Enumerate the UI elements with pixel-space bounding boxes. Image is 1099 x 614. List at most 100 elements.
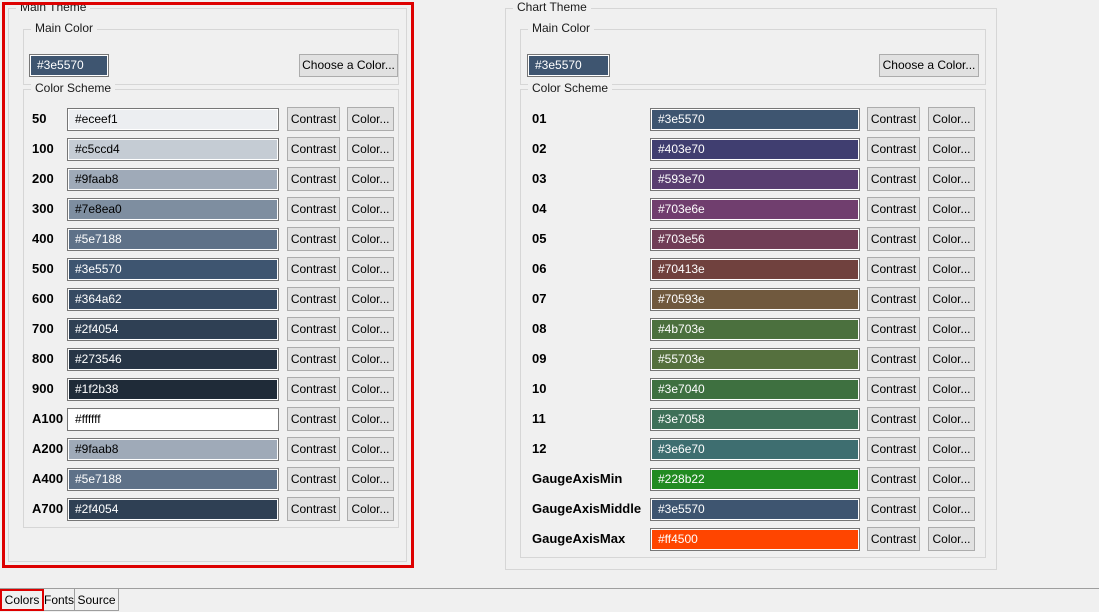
color-button[interactable]: Color... — [928, 377, 975, 401]
color-scheme-row: GaugeAxisMiddle #3e5570 Contrast Color..… — [521, 497, 985, 521]
color-scheme-row: A700 #2f4054 Contrast Color... — [24, 497, 398, 521]
scheme-color-field[interactable]: #273546 — [67, 348, 279, 371]
scheme-color-field[interactable]: #403e70 — [650, 138, 860, 161]
color-button[interactable]: Color... — [347, 497, 394, 521]
scheme-color-field[interactable]: #70413e — [650, 258, 860, 281]
color-button[interactable]: Color... — [347, 467, 394, 491]
contrast-button[interactable]: Contrast — [867, 287, 920, 311]
contrast-button[interactable]: Contrast — [287, 227, 340, 251]
color-button[interactable]: Color... — [928, 407, 975, 431]
scheme-color-field[interactable]: #364a62 — [67, 288, 279, 311]
scheme-color-field[interactable]: #3e7058 — [650, 408, 860, 431]
scheme-color-field[interactable]: #3e5570 — [650, 498, 860, 521]
contrast-button[interactable]: Contrast — [867, 197, 920, 221]
contrast-button[interactable]: Contrast — [867, 137, 920, 161]
color-button[interactable]: Color... — [347, 257, 394, 281]
color-button[interactable]: Color... — [347, 287, 394, 311]
color-button[interactable]: Color... — [347, 347, 394, 371]
scheme-color-field[interactable]: #2f4054 — [67, 498, 279, 521]
color-button[interactable]: Color... — [347, 137, 394, 161]
color-button[interactable]: Color... — [928, 527, 975, 551]
scheme-color-field[interactable]: #5e7188 — [67, 468, 279, 491]
color-button[interactable]: Color... — [928, 137, 975, 161]
scheme-color-field[interactable]: #ff4500 — [650, 528, 860, 551]
contrast-button[interactable]: Contrast — [867, 407, 920, 431]
contrast-button[interactable]: Contrast — [867, 227, 920, 251]
scheme-color-field[interactable]: #5e7188 — [67, 228, 279, 251]
contrast-button[interactable]: Contrast — [867, 497, 920, 521]
color-button[interactable]: Color... — [928, 497, 975, 521]
contrast-button[interactable]: Contrast — [287, 377, 340, 401]
contrast-button[interactable]: Contrast — [287, 437, 340, 461]
scheme-color-field[interactable]: #eceef1 — [67, 108, 279, 131]
color-button[interactable]: Color... — [347, 107, 394, 131]
contrast-button[interactable]: Contrast — [287, 497, 340, 521]
color-button[interactable]: Color... — [928, 167, 975, 191]
scheme-color-field[interactable]: #703e56 — [650, 228, 860, 251]
scheme-row-label: 50 — [32, 107, 68, 131]
scheme-color-field[interactable]: #703e6e — [650, 198, 860, 221]
scheme-color-field[interactable]: #7e8ea0 — [67, 198, 279, 221]
scheme-color-field[interactable]: #593e70 — [650, 168, 860, 191]
scheme-color-field[interactable]: #2f4054 — [67, 318, 279, 341]
contrast-button[interactable]: Contrast — [867, 257, 920, 281]
scheme-color-field[interactable]: #4b703e — [650, 318, 860, 341]
contrast-button[interactable]: Contrast — [867, 347, 920, 371]
choose-color-button[interactable]: Choose a Color... — [879, 54, 979, 77]
contrast-button[interactable]: Contrast — [287, 167, 340, 191]
contrast-button[interactable]: Contrast — [867, 527, 920, 551]
color-button[interactable]: Color... — [928, 197, 975, 221]
color-button[interactable]: Color... — [347, 407, 394, 431]
color-button[interactable]: Color... — [928, 317, 975, 341]
scheme-color-field[interactable]: #9faab8 — [67, 168, 279, 191]
contrast-button[interactable]: Contrast — [287, 257, 340, 281]
color-button[interactable]: Color... — [928, 107, 975, 131]
color-button[interactable]: Color... — [928, 227, 975, 251]
color-button[interactable]: Color... — [928, 467, 975, 491]
contrast-button[interactable]: Contrast — [867, 437, 920, 461]
contrast-button[interactable]: Contrast — [287, 467, 340, 491]
tab-source[interactable]: Source — [75, 589, 119, 611]
color-button[interactable]: Color... — [347, 437, 394, 461]
contrast-button[interactable]: Contrast — [287, 197, 340, 221]
scheme-color-field[interactable]: #c5ccd4 — [67, 138, 279, 161]
contrast-button[interactable]: Contrast — [287, 347, 340, 371]
color-button[interactable]: Color... — [347, 227, 394, 251]
contrast-button[interactable]: Contrast — [867, 377, 920, 401]
color-button[interactable]: Color... — [347, 317, 394, 341]
scheme-color-field[interactable]: #3e5570 — [67, 258, 279, 281]
main-color-field[interactable]: #3e5570 — [527, 54, 610, 77]
scheme-row-label: 01 — [532, 107, 648, 131]
color-button[interactable]: Color... — [928, 257, 975, 281]
color-button[interactable]: Color... — [347, 167, 394, 191]
choose-color-button[interactable]: Choose a Color... — [299, 54, 398, 77]
main-color-field[interactable]: #3e5570 — [29, 54, 109, 77]
tab-fonts[interactable]: Fonts — [44, 589, 75, 611]
scheme-color-field[interactable]: #70593e — [650, 288, 860, 311]
contrast-button[interactable]: Contrast — [867, 317, 920, 341]
color-button[interactable]: Color... — [347, 197, 394, 221]
color-button[interactable]: Color... — [347, 377, 394, 401]
scheme-color-field[interactable]: #3e7040 — [650, 378, 860, 401]
contrast-button[interactable]: Contrast — [867, 467, 920, 491]
scheme-color-field[interactable]: #ffffff — [67, 408, 279, 431]
contrast-button[interactable]: Contrast — [867, 107, 920, 131]
color-button[interactable]: Color... — [928, 287, 975, 311]
scheme-color-field[interactable]: #228b22 — [650, 468, 860, 491]
contrast-button[interactable]: Contrast — [287, 407, 340, 431]
contrast-button[interactable]: Contrast — [287, 287, 340, 311]
color-scheme-row: 700 #2f4054 Contrast Color... — [24, 317, 398, 341]
color-button[interactable]: Color... — [928, 437, 975, 461]
scheme-color-field[interactable]: #9faab8 — [67, 438, 279, 461]
scheme-color-field[interactable]: #1f2b38 — [67, 378, 279, 401]
color-scheme-row: 09 #55703e Contrast Color... — [521, 347, 985, 371]
tab-colors[interactable]: Colors — [0, 589, 44, 611]
contrast-button[interactable]: Contrast — [287, 317, 340, 341]
contrast-button[interactable]: Contrast — [287, 107, 340, 131]
contrast-button[interactable]: Contrast — [287, 137, 340, 161]
scheme-color-field[interactable]: #3e6e70 — [650, 438, 860, 461]
color-button[interactable]: Color... — [928, 347, 975, 371]
contrast-button[interactable]: Contrast — [867, 167, 920, 191]
scheme-color-field[interactable]: #3e5570 — [650, 108, 860, 131]
scheme-color-field[interactable]: #55703e — [650, 348, 860, 371]
